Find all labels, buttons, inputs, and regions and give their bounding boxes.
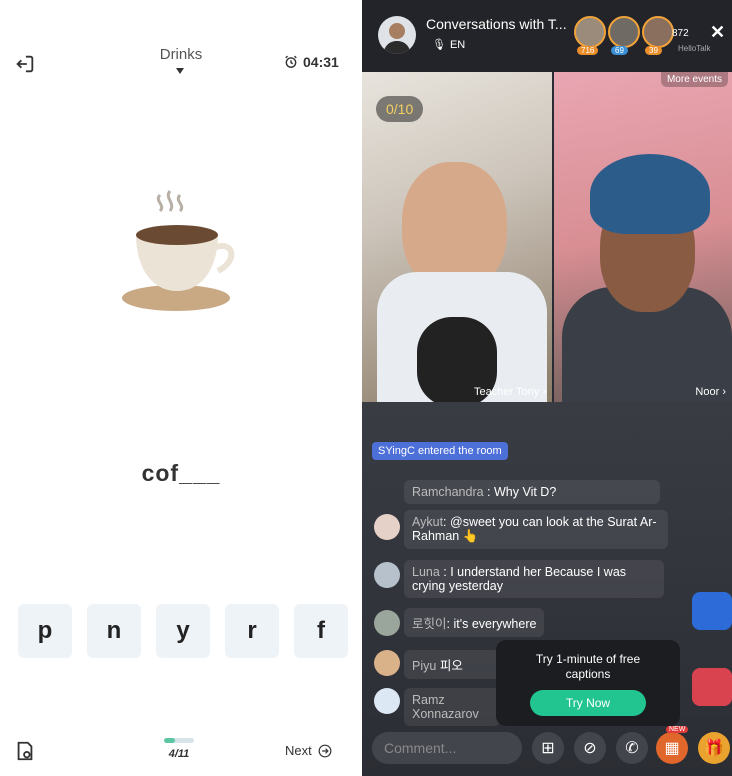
- gift-counter[interactable]: 0/10: [376, 96, 424, 122]
- chat-avatar[interactable]: [374, 562, 400, 588]
- chat-area: SYingC entered the room Ramchandra : Why…: [362, 402, 732, 776]
- chat-message[interactable]: Luna : I understand her Because I was cr…: [404, 560, 664, 598]
- progress-text: 4/11: [168, 748, 190, 760]
- room-header: Conversations with T... 🎙 EN 716 69 39 8…: [362, 0, 732, 72]
- next-button[interactable]: Next: [285, 743, 332, 758]
- more-events-button[interactable]: More events: [660, 72, 728, 87]
- progress-indicator: 4/11: [164, 738, 194, 760]
- video-tile-noor[interactable]: More events Noor ›: [554, 72, 732, 407]
- live-room-panel: Conversations with T... 🎙 EN 716 69 39 8…: [362, 0, 732, 776]
- timer: 04:31: [284, 54, 339, 70]
- vip-side-button[interactable]: [692, 592, 732, 630]
- letter-tile[interactable]: n: [87, 604, 141, 658]
- chat-avatar[interactable]: [374, 514, 400, 540]
- letter-tile[interactable]: p: [18, 604, 72, 658]
- captions-icon[interactable]: ⊘: [574, 732, 606, 764]
- chat-message[interactable]: Aykut: @sweet you can look at the Surat …: [404, 510, 668, 549]
- viewer-avatar[interactable]: 69: [608, 16, 640, 55]
- shop-side-button[interactable]: [692, 668, 732, 706]
- comment-input[interactable]: Comment...: [372, 732, 522, 764]
- gift-icon[interactable]: 🎁: [698, 732, 730, 764]
- letter-tile[interactable]: r: [225, 604, 279, 658]
- language-label: EN: [449, 38, 466, 51]
- captions-promo-tooltip: Try 1-minute of free captions Try Now: [496, 640, 680, 726]
- call-icon[interactable]: ✆: [616, 732, 648, 764]
- alarm-icon: [285, 55, 297, 68]
- viewer-badge: 69: [611, 46, 628, 55]
- video-tile-teacher[interactable]: 0/10 Teacher Tony ›: [362, 72, 552, 407]
- apps-grid-icon[interactable]: ⊞: [532, 732, 564, 764]
- letter-tile[interactable]: f: [294, 604, 348, 658]
- speaker-name[interactable]: Teacher Tony ›: [474, 386, 546, 398]
- viewer-badge: 716: [577, 46, 599, 55]
- chat-avatar[interactable]: [374, 688, 400, 714]
- top-viewers[interactable]: 716 69 39: [574, 16, 676, 55]
- brand-logo: HelloTalk: [678, 44, 711, 53]
- chat-avatar[interactable]: [374, 650, 400, 676]
- chat-message[interactable]: Ramz Xonnazarov: [404, 688, 500, 726]
- viewer-badge: 39: [645, 46, 662, 55]
- host-avatar[interactable]: [378, 16, 416, 54]
- word-puzzle: cof___: [141, 460, 221, 486]
- letter-choices: p n y r f: [18, 604, 348, 658]
- chat-message[interactable]: Piyu 피오: [404, 650, 500, 679]
- coffee-cup-illustration: [122, 190, 235, 311]
- new-badge: NEW: [666, 726, 689, 733]
- viewer-avatar[interactable]: 39: [642, 16, 674, 55]
- room-language: 🎙 EN: [432, 38, 466, 52]
- try-now-button[interactable]: Try Now: [530, 690, 646, 716]
- close-icon[interactable]: ✕: [710, 22, 725, 43]
- host-avatar-image: [383, 23, 411, 54]
- letter-tile[interactable]: y: [156, 604, 210, 658]
- progress-bar: [164, 738, 194, 743]
- room-title[interactable]: Conversations with T...: [426, 16, 567, 32]
- speaker-name[interactable]: Noor ›: [695, 386, 726, 398]
- timer-value: 04:31: [303, 54, 339, 70]
- quiz-panel: Drinks 04:31 cof___ p n y r f 4/11 Next: [0, 0, 362, 776]
- hint-icon[interactable]: [14, 740, 36, 762]
- microphone-icon: 🎙: [432, 39, 446, 51]
- chat-message[interactable]: Ramchandra : Why Vit D?: [404, 480, 660, 504]
- viewer-count: 872: [672, 28, 689, 39]
- viewer-avatar[interactable]: 716: [574, 16, 606, 55]
- arrow-right-circle-icon: [318, 744, 332, 757]
- tooltip-text: Try 1-minute of free captions: [535, 652, 641, 681]
- chat-avatar[interactable]: [374, 610, 400, 636]
- chevron-down-icon[interactable]: [176, 68, 184, 74]
- progress-fill: [164, 738, 175, 743]
- next-label: Next: [285, 743, 312, 758]
- entered-room-notice: SYingC entered the room: [372, 442, 508, 460]
- event-icon[interactable]: NEW ▦: [656, 726, 689, 764]
- chat-message[interactable]: 로힛이: it's everywhere: [404, 608, 545, 637]
- speaker-hat: [590, 154, 710, 234]
